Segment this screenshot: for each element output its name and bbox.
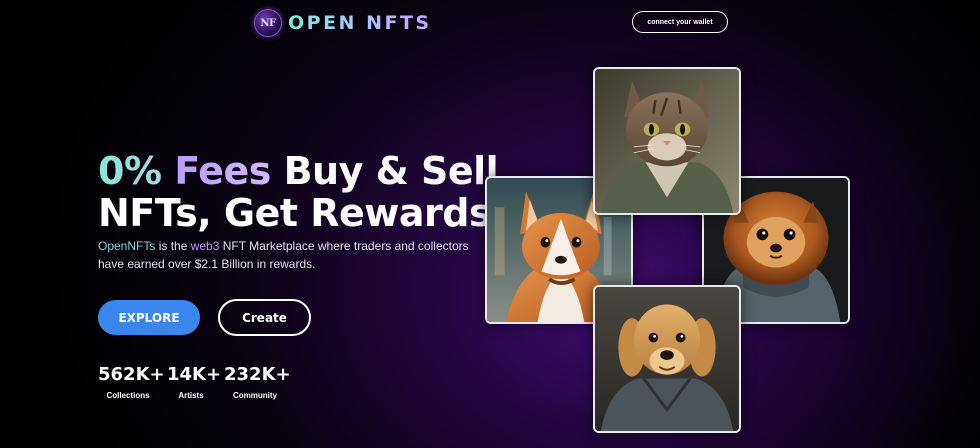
hero-title-percent: 0%	[98, 149, 162, 193]
hero-title: 0% Fees Buy & Sell NFTs, Get Rewards	[98, 149, 499, 235]
connect-wallet-button[interactable]: connect your wallet	[632, 11, 728, 33]
golden-retriever-image	[595, 287, 739, 431]
stat-value: 562K+	[98, 364, 165, 385]
logo-text: OPEN NFTS	[288, 12, 432, 34]
stat-label: Community	[233, 391, 277, 400]
stat-value: 14K+	[167, 364, 222, 385]
stat-value: 232K+	[224, 364, 291, 385]
create-button[interactable]: Create	[218, 299, 311, 336]
hero-title-buy-sell: Buy & Sell	[283, 149, 499, 193]
subtitle-brand: OpenNFTs	[98, 239, 156, 253]
hero-subtitle: OpenNFTs is the web3 NFT Marketplace whe…	[98, 237, 488, 273]
site-logo[interactable]: NF OPEN NFTS	[254, 8, 432, 38]
hero-title-line2: NFTs, Get Rewards	[98, 191, 492, 235]
nft-card-golden-retriever[interactable]	[593, 285, 741, 433]
logo-badge-icon: NF	[254, 9, 282, 37]
stat-community: 232K+ Community	[224, 364, 291, 402]
nft-card-cat[interactable]	[593, 67, 741, 215]
subtitle-web3: web3	[190, 239, 220, 253]
stat-collections: 562K+ Collections	[98, 364, 165, 402]
subtitle-is: is the	[155, 239, 191, 253]
hero-title-fees: Fees	[174, 149, 271, 193]
cat-image	[595, 69, 739, 213]
stat-artists: 14K+ Artists	[167, 364, 222, 402]
explore-button[interactable]: EXPLORE	[98, 300, 200, 335]
stat-label: Artists	[178, 391, 204, 400]
stat-label: Collections	[106, 391, 150, 400]
